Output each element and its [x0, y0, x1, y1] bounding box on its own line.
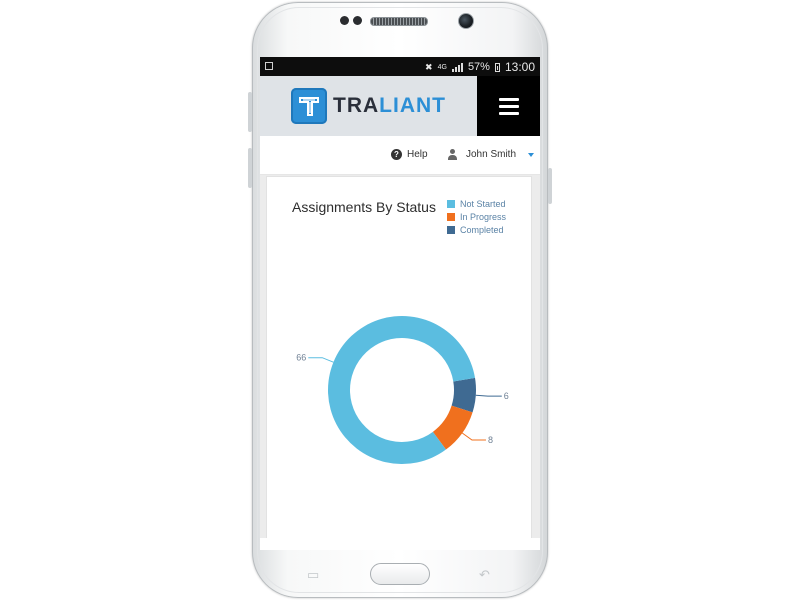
- hamburger-icon-bar: [498, 111, 519, 115]
- battery-icon: [494, 62, 500, 72]
- data-label: 6: [504, 391, 509, 401]
- traliant-logo-icon: [291, 88, 327, 124]
- logo-text-prefix: TRA: [333, 94, 380, 117]
- hamburger-icon-bar: [498, 104, 519, 108]
- legend-swatch: [447, 225, 455, 234]
- status-indicators: ✖ 4G 57% 13:00: [425, 60, 535, 74]
- volume-button-lower: [248, 148, 252, 188]
- clock: 13:00: [504, 60, 535, 74]
- earpiece-speaker: [370, 17, 428, 26]
- label-leader-line: [461, 432, 486, 441]
- chart-card: 6 8 66 Assignments By Status Not Started In…: [266, 176, 532, 540]
- legend-label: Not Started: [460, 198, 506, 209]
- help-label: Help: [407, 149, 428, 160]
- home-button[interactable]: [370, 563, 430, 585]
- user-bar: ? Help John Smith: [260, 136, 540, 175]
- user-menu[interactable]: John Smith: [447, 149, 535, 160]
- legend-item[interactable]: Completed: [447, 223, 506, 236]
- chart-title: Assignments By Status: [292, 199, 436, 215]
- signal-icon: [451, 62, 463, 72]
- data-label: 66: [296, 353, 306, 363]
- data-label: 8: [488, 435, 493, 445]
- user-name: John Smith: [466, 149, 517, 160]
- power-button: [548, 168, 552, 204]
- app-header: TRALIANT: [260, 76, 540, 136]
- proximity-sensor: [340, 16, 349, 25]
- chevron-down-icon: [528, 152, 535, 157]
- hamburger-menu-button[interactable]: [477, 76, 540, 136]
- legend-item[interactable]: Not Started: [447, 197, 506, 210]
- legend-swatch: [447, 199, 455, 208]
- label-leader-line: [475, 394, 502, 397]
- legend-swatch: [447, 212, 455, 221]
- help-link[interactable]: ? Help: [391, 149, 428, 160]
- hamburger-icon: [498, 97, 519, 101]
- front-camera: [458, 13, 474, 29]
- legend-item[interactable]: In Progress: [447, 210, 506, 223]
- volume-button: [248, 92, 252, 132]
- screen-bottom-bar: [260, 538, 540, 550]
- network-type: 4G: [437, 63, 447, 71]
- back-icon[interactable]: ↶: [479, 567, 490, 583]
- mute-icon: ✖: [425, 61, 433, 72]
- label-leader-line: [308, 357, 334, 363]
- gallery-notification-icon: [265, 62, 273, 70]
- logo-area[interactable]: TRALIANT: [260, 76, 477, 136]
- help-icon: ?: [391, 149, 402, 160]
- legend-label: In Progress: [460, 211, 507, 222]
- user-icon: [447, 149, 458, 160]
- recent-apps-icon[interactable]: ▭: [307, 567, 319, 583]
- status-bar: ✖ 4G 57% 13:00: [260, 57, 540, 76]
- logo-text-suffix: LIANT: [379, 94, 446, 117]
- chart-legend: Not Started In Progress Completed: [447, 197, 506, 236]
- battery-percent: 57%: [467, 61, 490, 73]
- light-sensor: [353, 16, 362, 25]
- phone-screen: ✖ 4G 57% 13:00 TRALIANT ? Help John Smit…: [260, 57, 540, 550]
- legend-label: Completed: [460, 224, 504, 235]
- logo-wordmark: TRALIANT: [333, 94, 446, 118]
